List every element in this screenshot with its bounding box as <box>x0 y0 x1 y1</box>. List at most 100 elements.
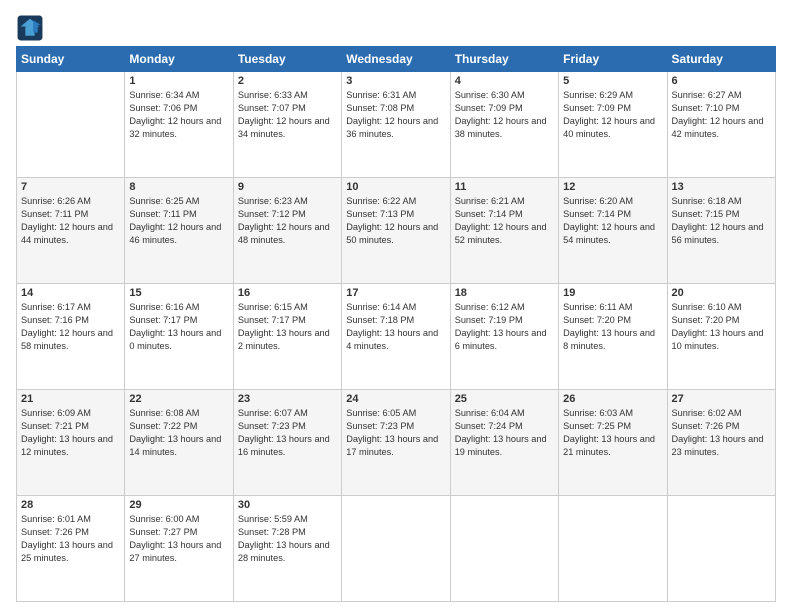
calendar-cell: 29 Sunrise: 6:00 AMSunset: 7:27 PMDayligh… <box>125 496 233 602</box>
day-detail: Sunrise: 6:23 AMSunset: 7:12 PMDaylight:… <box>238 195 337 247</box>
week-row-2: 14 Sunrise: 6:17 AMSunset: 7:16 PMDayligh… <box>17 284 776 390</box>
calendar-cell: 10 Sunrise: 6:22 AMSunset: 7:13 PMDayligh… <box>342 178 450 284</box>
day-detail: Sunrise: 6:11 AMSunset: 7:20 PMDaylight:… <box>563 301 662 353</box>
calendar-cell: 30Sunrise: 5:59 AMSunset: 7:28 PMDayligh… <box>233 496 341 602</box>
day-number: 9 <box>238 181 337 193</box>
day-number: 7 <box>21 181 120 193</box>
calendar-cell: 22 Sunrise: 6:08 AMSunset: 7:22 PMDayligh… <box>125 390 233 496</box>
week-row-1: 7 Sunrise: 6:26 AMSunset: 7:11 PMDaylight… <box>17 178 776 284</box>
calendar-cell: 4 Sunrise: 6:30 AMSunset: 7:09 PMDaylight… <box>450 72 558 178</box>
day-number: 25 <box>455 393 554 405</box>
day-number: 13 <box>672 181 771 193</box>
days-header-row: SundayMondayTuesdayWednesdayThursdayFrid… <box>17 47 776 72</box>
calendar-cell: 5 Sunrise: 6:29 AMSunset: 7:09 PMDaylight… <box>559 72 667 178</box>
day-detail: Sunrise: 6:31 AMSunset: 7:08 PMDaylight:… <box>346 89 445 141</box>
logo-icon <box>16 14 44 42</box>
day-number: 24 <box>346 393 445 405</box>
header <box>16 14 776 42</box>
day-detail: Sunrise: 6:18 AMSunset: 7:15 PMDaylight:… <box>672 195 771 247</box>
calendar-cell: 26 Sunrise: 6:03 AMSunset: 7:25 PMDayligh… <box>559 390 667 496</box>
day-number: 2 <box>238 75 337 87</box>
day-number: 27 <box>672 393 771 405</box>
day-number: 28 <box>21 499 120 511</box>
calendar-cell: 28 Sunrise: 6:01 AMSunset: 7:26 PMDayligh… <box>17 496 125 602</box>
day-header-wednesday: Wednesday <box>342 47 450 72</box>
day-detail: Sunrise: 6:33 AMSunset: 7:07 PMDaylight:… <box>238 89 337 141</box>
calendar-cell <box>667 496 775 602</box>
calendar-cell: 15 Sunrise: 6:16 AMSunset: 7:17 PMDayligh… <box>125 284 233 390</box>
day-number: 23 <box>238 393 337 405</box>
calendar-cell: 6Sunrise: 6:27 AMSunset: 7:10 PMDaylight… <box>667 72 775 178</box>
calendar-cell: 23 Sunrise: 6:07 AMSunset: 7:23 PMDayligh… <box>233 390 341 496</box>
calendar-cell <box>559 496 667 602</box>
day-number: 19 <box>563 287 662 299</box>
day-detail: Sunrise: 6:08 AMSunset: 7:22 PMDaylight:… <box>129 407 228 459</box>
day-detail: Sunrise: 6:22 AMSunset: 7:13 PMDaylight:… <box>346 195 445 247</box>
day-number: 5 <box>563 75 662 87</box>
calendar-cell: 8 Sunrise: 6:25 AMSunset: 7:11 PMDaylight… <box>125 178 233 284</box>
day-detail: Sunrise: 6:00 AMSunset: 7:27 PMDaylight:… <box>129 513 228 565</box>
calendar-cell: 2 Sunrise: 6:33 AMSunset: 7:07 PMDaylight… <box>233 72 341 178</box>
day-number: 15 <box>129 287 228 299</box>
calendar-cell: 19 Sunrise: 6:11 AMSunset: 7:20 PMDayligh… <box>559 284 667 390</box>
day-header-friday: Friday <box>559 47 667 72</box>
calendar-cell: 14 Sunrise: 6:17 AMSunset: 7:16 PMDayligh… <box>17 284 125 390</box>
calendar-cell: 1 Sunrise: 6:34 AMSunset: 7:06 PMDaylight… <box>125 72 233 178</box>
day-detail: Sunrise: 6:20 AMSunset: 7:14 PMDaylight:… <box>563 195 662 247</box>
calendar-cell: 9 Sunrise: 6:23 AMSunset: 7:12 PMDaylight… <box>233 178 341 284</box>
day-number: 26 <box>563 393 662 405</box>
day-detail: Sunrise: 6:07 AMSunset: 7:23 PMDaylight:… <box>238 407 337 459</box>
day-detail: Sunrise: 6:25 AMSunset: 7:11 PMDaylight:… <box>129 195 228 247</box>
day-detail: Sunrise: 6:30 AMSunset: 7:09 PMDaylight:… <box>455 89 554 141</box>
week-row-4: 28 Sunrise: 6:01 AMSunset: 7:26 PMDayligh… <box>17 496 776 602</box>
day-detail: Sunrise: 6:09 AMSunset: 7:21 PMDaylight:… <box>21 407 120 459</box>
calendar-cell: 11Sunrise: 6:21 AMSunset: 7:14 PMDayligh… <box>450 178 558 284</box>
logo <box>16 14 48 42</box>
day-detail: Sunrise: 6:29 AMSunset: 7:09 PMDaylight:… <box>563 89 662 141</box>
calendar-cell <box>17 72 125 178</box>
calendar-cell <box>342 496 450 602</box>
week-row-0: 1 Sunrise: 6:34 AMSunset: 7:06 PMDaylight… <box>17 72 776 178</box>
calendar-cell: 20Sunrise: 6:10 AMSunset: 7:20 PMDayligh… <box>667 284 775 390</box>
day-number: 29 <box>129 499 228 511</box>
calendar-cell: 24Sunrise: 6:05 AMSunset: 7:23 PMDayligh… <box>342 390 450 496</box>
day-detail: Sunrise: 6:02 AMSunset: 7:26 PMDaylight:… <box>672 407 771 459</box>
calendar-cell: 18Sunrise: 6:12 AMSunset: 7:19 PMDayligh… <box>450 284 558 390</box>
calendar-cell: 12Sunrise: 6:20 AMSunset: 7:14 PMDayligh… <box>559 178 667 284</box>
day-detail: Sunrise: 6:17 AMSunset: 7:16 PMDaylight:… <box>21 301 120 353</box>
day-header-sunday: Sunday <box>17 47 125 72</box>
day-number: 1 <box>129 75 228 87</box>
day-number: 22 <box>129 393 228 405</box>
day-detail: Sunrise: 6:34 AMSunset: 7:06 PMDaylight:… <box>129 89 228 141</box>
day-number: 10 <box>346 181 445 193</box>
day-number: 4 <box>455 75 554 87</box>
day-number: 16 <box>238 287 337 299</box>
day-detail: Sunrise: 6:01 AMSunset: 7:26 PMDaylight:… <box>21 513 120 565</box>
day-detail: Sunrise: 6:16 AMSunset: 7:17 PMDaylight:… <box>129 301 228 353</box>
day-detail: Sunrise: 6:03 AMSunset: 7:25 PMDaylight:… <box>563 407 662 459</box>
day-number: 8 <box>129 181 228 193</box>
calendar-cell: 21 Sunrise: 6:09 AMSunset: 7:21 PMDayligh… <box>17 390 125 496</box>
day-detail: Sunrise: 6:21 AMSunset: 7:14 PMDaylight:… <box>455 195 554 247</box>
day-detail: Sunrise: 6:26 AMSunset: 7:11 PMDaylight:… <box>21 195 120 247</box>
day-number: 18 <box>455 287 554 299</box>
day-number: 21 <box>21 393 120 405</box>
day-number: 14 <box>21 287 120 299</box>
calendar-cell: 3 Sunrise: 6:31 AMSunset: 7:08 PMDaylight… <box>342 72 450 178</box>
calendar-cell: 16 Sunrise: 6:15 AMSunset: 7:17 PMDayligh… <box>233 284 341 390</box>
day-detail: Sunrise: 6:15 AMSunset: 7:17 PMDaylight:… <box>238 301 337 353</box>
calendar-cell: 7 Sunrise: 6:26 AMSunset: 7:11 PMDaylight… <box>17 178 125 284</box>
day-header-tuesday: Tuesday <box>233 47 341 72</box>
calendar-table: SundayMondayTuesdayWednesdayThursdayFrid… <box>16 46 776 602</box>
week-row-3: 21 Sunrise: 6:09 AMSunset: 7:21 PMDayligh… <box>17 390 776 496</box>
calendar-cell: 17Sunrise: 6:14 AMSunset: 7:18 PMDayligh… <box>342 284 450 390</box>
calendar-cell <box>450 496 558 602</box>
calendar-cell: 27 Sunrise: 6:02 AMSunset: 7:26 PMDayligh… <box>667 390 775 496</box>
day-number: 3 <box>346 75 445 87</box>
day-number: 17 <box>346 287 445 299</box>
calendar-cell: 25 Sunrise: 6:04 AMSunset: 7:24 PMDayligh… <box>450 390 558 496</box>
day-header-monday: Monday <box>125 47 233 72</box>
day-number: 30 <box>238 499 337 511</box>
day-detail: Sunrise: 6:04 AMSunset: 7:24 PMDaylight:… <box>455 407 554 459</box>
day-number: 6 <box>672 75 771 87</box>
